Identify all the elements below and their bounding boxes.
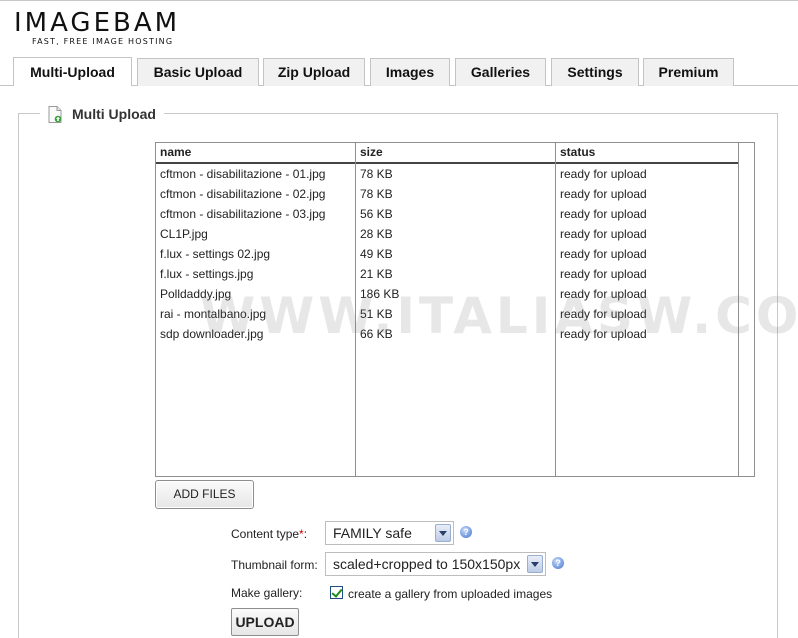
panel-title: Multi Upload	[72, 106, 156, 122]
file-name: cftmon - disabilitazione - 03.jpg	[160, 207, 326, 221]
file-status: ready for upload	[560, 207, 647, 221]
file-size: 186 KB	[360, 287, 400, 301]
file-row[interactable]: f.lux - settings.jpg 21 KB ready for upl…	[156, 264, 754, 284]
content-type-label: Content type*:	[231, 527, 307, 541]
imagebam-logo[interactable]: IMAGEBAM FAST, FREE IMAGE HOSTING	[14, 10, 180, 46]
top-rule	[0, 0, 798, 1]
file-name: sdp downloader.jpg	[160, 327, 264, 341]
add-files-button[interactable]: ADD FILES	[155, 480, 254, 509]
file-size: 78 KB	[360, 187, 393, 201]
file-name: Polldaddy.jpg	[160, 287, 232, 301]
file-row[interactable]: CL1P.jpg 28 KB ready for upload	[156, 224, 754, 244]
chevron-down-icon[interactable]	[435, 524, 451, 542]
tab-multi-upload[interactable]: Multi-Upload	[13, 57, 132, 86]
file-row[interactable]: sdp downloader.jpg 66 KB ready for uploa…	[156, 324, 754, 344]
file-name: rai - montalbano.jpg	[160, 307, 267, 321]
file-size: 21 KB	[360, 267, 393, 281]
logo-tagline: FAST, FREE IMAGE HOSTING	[32, 37, 174, 46]
file-row[interactable]: Polldaddy.jpg 186 KB ready for upload	[156, 284, 754, 304]
help-icon[interactable]: ?	[460, 526, 472, 538]
panel-legend: Multi Upload	[40, 103, 164, 125]
file-row[interactable]: rai - montalbano.jpg 51 KB ready for upl…	[156, 304, 754, 324]
file-status: ready for upload	[560, 327, 647, 341]
document-upload-icon	[48, 105, 62, 123]
column-header-name[interactable]: name	[156, 143, 356, 164]
file-name: f.lux - settings.jpg	[160, 267, 254, 281]
thumbnail-form-select[interactable]: scaled+cropped to 150x150px	[325, 552, 546, 576]
file-name: cftmon - disabilitazione - 01.jpg	[160, 167, 326, 181]
file-name: CL1P.jpg	[160, 227, 208, 241]
file-size: 51 KB	[360, 307, 393, 321]
upload-button[interactable]: UPLOAD	[231, 608, 299, 636]
column-header-size[interactable]: size	[356, 143, 556, 164]
file-status: ready for upload	[560, 187, 647, 201]
file-size: 66 KB	[360, 327, 393, 341]
main-tabs: Multi-Upload Basic Upload Zip Upload Ima…	[0, 57, 798, 86]
logo-wordmark: IMAGEBAM	[14, 8, 181, 38]
make-gallery-text[interactable]: create a gallery from uploaded images	[348, 587, 552, 601]
content-type-label-text: Content type	[231, 527, 300, 541]
tab-images[interactable]: Images	[370, 58, 450, 86]
file-size: 56 KB	[360, 207, 393, 221]
file-size: 49 KB	[360, 247, 393, 261]
help-icon[interactable]: ?	[552, 557, 564, 569]
file-list[interactable]: name size status cftmon - disabilitazion…	[155, 142, 755, 477]
tab-basic-upload[interactable]: Basic Upload	[137, 58, 259, 86]
file-status: ready for upload	[560, 267, 647, 281]
thumbnail-form-label: Thumbnail form:	[231, 558, 318, 572]
thumbnail-form-value: scaled+cropped to 150x150px	[333, 556, 521, 572]
file-status: ready for upload	[560, 167, 647, 181]
content-type-select[interactable]: FAMILY safe	[325, 521, 454, 545]
file-row[interactable]: f.lux - settings 02.jpg 49 KB ready for …	[156, 244, 754, 264]
file-status: ready for upload	[560, 307, 647, 321]
file-name: f.lux - settings 02.jpg	[160, 247, 271, 261]
tab-zip-upload[interactable]: Zip Upload	[263, 58, 365, 86]
file-size: 78 KB	[360, 167, 393, 181]
make-gallery-label: Make gallery:	[231, 586, 303, 600]
content-type-colon: :	[303, 527, 308, 541]
tab-settings[interactable]: Settings	[551, 58, 639, 86]
chevron-down-icon[interactable]	[527, 555, 543, 573]
tab-premium[interactable]: Premium	[643, 58, 734, 86]
file-size: 28 KB	[360, 227, 393, 241]
file-row[interactable]: cftmon - disabilitazione - 02.jpg 78 KB …	[156, 184, 754, 204]
file-row[interactable]: cftmon - disabilitazione - 03.jpg 56 KB …	[156, 204, 754, 224]
tab-galleries[interactable]: Galleries	[455, 58, 546, 86]
content-type-value: FAMILY safe	[333, 525, 412, 541]
file-name: cftmon - disabilitazione - 02.jpg	[160, 187, 326, 201]
file-status: ready for upload	[560, 287, 647, 301]
file-row[interactable]: cftmon - disabilitazione - 01.jpg 78 KB …	[156, 164, 754, 184]
file-status: ready for upload	[560, 227, 647, 241]
file-status: ready for upload	[560, 247, 647, 261]
make-gallery-checkbox[interactable]	[330, 586, 343, 599]
column-header-status[interactable]: status	[556, 143, 738, 164]
